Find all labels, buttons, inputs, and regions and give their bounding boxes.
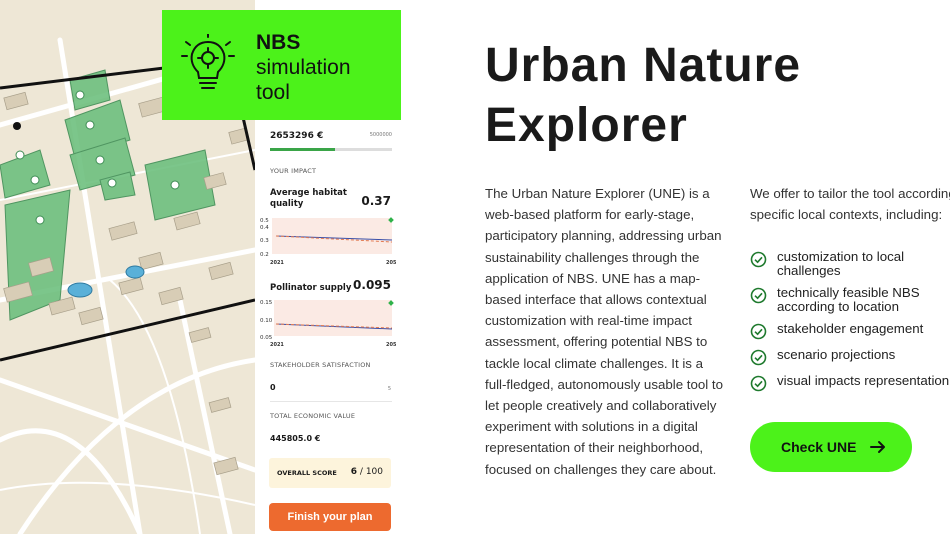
feature-5-line-1: visual impacts representation	[777, 373, 950, 388]
stakeholder-divider	[270, 401, 392, 402]
pollinator-title: Pollinator supply	[270, 283, 352, 293]
pollinator-value: 0.095	[353, 278, 391, 292]
lightbulb-gear-icon	[181, 34, 235, 89]
offer-line-1: We offer to tailor the tool according to	[750, 186, 950, 201]
habitat-x-end: 2050	[386, 260, 396, 266]
check-circle-icon	[750, 323, 767, 340]
arrow-right-icon	[870, 441, 885, 453]
budget-progress-fill	[270, 148, 335, 151]
title-line-1: Urban Nature	[485, 39, 802, 92]
impact-label: YOUR IMPACT	[270, 167, 317, 175]
pollinator-x-start: 2021	[270, 342, 284, 348]
feature-4-line-1: scenario projections	[777, 347, 896, 362]
pollinator-tick-2: 0.10	[260, 318, 273, 324]
badge-text: NBS simulation tool	[256, 30, 351, 105]
habitat-value: 0.37	[361, 194, 391, 208]
offer-text: We offer to tailor the tool according to…	[750, 183, 950, 225]
feature-2-line-1: technically feasible NBS	[777, 285, 920, 300]
pollinator-x-end: 2050	[386, 342, 396, 348]
habitat-x-start: 2021	[270, 260, 284, 266]
feature-item: technically feasible NBS according to lo…	[750, 280, 950, 322]
habitat-tick-3: 0.3	[260, 238, 269, 244]
budget-max: 5000000	[369, 132, 392, 138]
check-circle-icon	[750, 375, 767, 392]
habitat-chart: 0.5 0.4 0.3 0.2 2021 2050	[260, 217, 396, 266]
budget-value: 2653296 €	[270, 131, 324, 141]
stakeholder-max: 5	[387, 386, 391, 392]
title-line-2: Explorer	[485, 99, 688, 152]
check-circle-icon	[750, 287, 767, 304]
finish-plan-button[interactable]: Finish your plan	[269, 503, 391, 531]
cta-label: Check UNE	[781, 439, 857, 455]
overall-score-box: OVERALL SCORE 6 / 100	[269, 458, 391, 488]
score-label: OVERALL SCORE	[277, 469, 337, 477]
badge-subtitle-1: simulation	[256, 56, 351, 79]
habitat-title-2: quality	[270, 199, 304, 209]
feature-item: customization to local challenges	[750, 250, 950, 280]
feature-3-line-1: stakeholder engagement	[777, 321, 924, 336]
badge-subtitle-2: tool	[256, 81, 290, 104]
check-une-button[interactable]: Check UNE	[750, 422, 912, 472]
feature-item: scenario projections	[750, 348, 950, 374]
feature-list: customization to local challenges techni…	[750, 250, 950, 400]
feature-1-line-2: challenges	[777, 263, 841, 278]
pollinator-chart: 0.15 0.10 0.05 2021 2050	[260, 300, 396, 348]
habitat-tick-1: 0.5	[260, 218, 269, 224]
page-title: Urban Nature Explorer	[485, 36, 925, 156]
feature-2-line-2: according to location	[777, 299, 899, 314]
pollinator-tick-3: 0.05	[260, 335, 273, 341]
habitat-title-1: Average habitat	[270, 188, 347, 198]
budget-row: 2653296 € 5000000	[270, 131, 392, 141]
habitat-tick-4: 0.2	[260, 252, 269, 258]
economic-value: 445805.0 €	[270, 434, 321, 443]
check-circle-icon	[750, 349, 767, 366]
feature-item: visual impacts representation	[750, 374, 950, 400]
feature-1-line-1: customization to local	[777, 249, 905, 264]
budget-progress-bar	[270, 148, 392, 151]
economic-label: TOTAL ECONOMIC VALUE	[270, 412, 356, 420]
stakeholder-value: 0	[270, 383, 276, 392]
habitat-tick-2: 0.4	[260, 225, 269, 231]
nbs-tool-badge: NBS simulation tool	[162, 10, 401, 120]
score-sep: / 100	[357, 467, 383, 477]
description: The Urban Nature Explorer (UNE) is a web…	[485, 186, 724, 477]
stakeholder-label: STAKEHOLDER SATISFACTION	[270, 361, 371, 369]
pollinator-tick-1: 0.15	[260, 300, 273, 306]
score-value-wrap: 6 / 100	[351, 467, 383, 477]
habitat-title: Average habitat quality	[270, 188, 347, 210]
offer-line-2: specific local contexts, including:	[750, 207, 943, 223]
badge-title: NBS	[256, 31, 301, 54]
check-circle-icon	[750, 251, 767, 268]
feature-item: stakeholder engagement	[750, 322, 950, 348]
impact-panel: 2653296 € 5000000 YOUR IMPACT Average ha…	[255, 120, 401, 534]
